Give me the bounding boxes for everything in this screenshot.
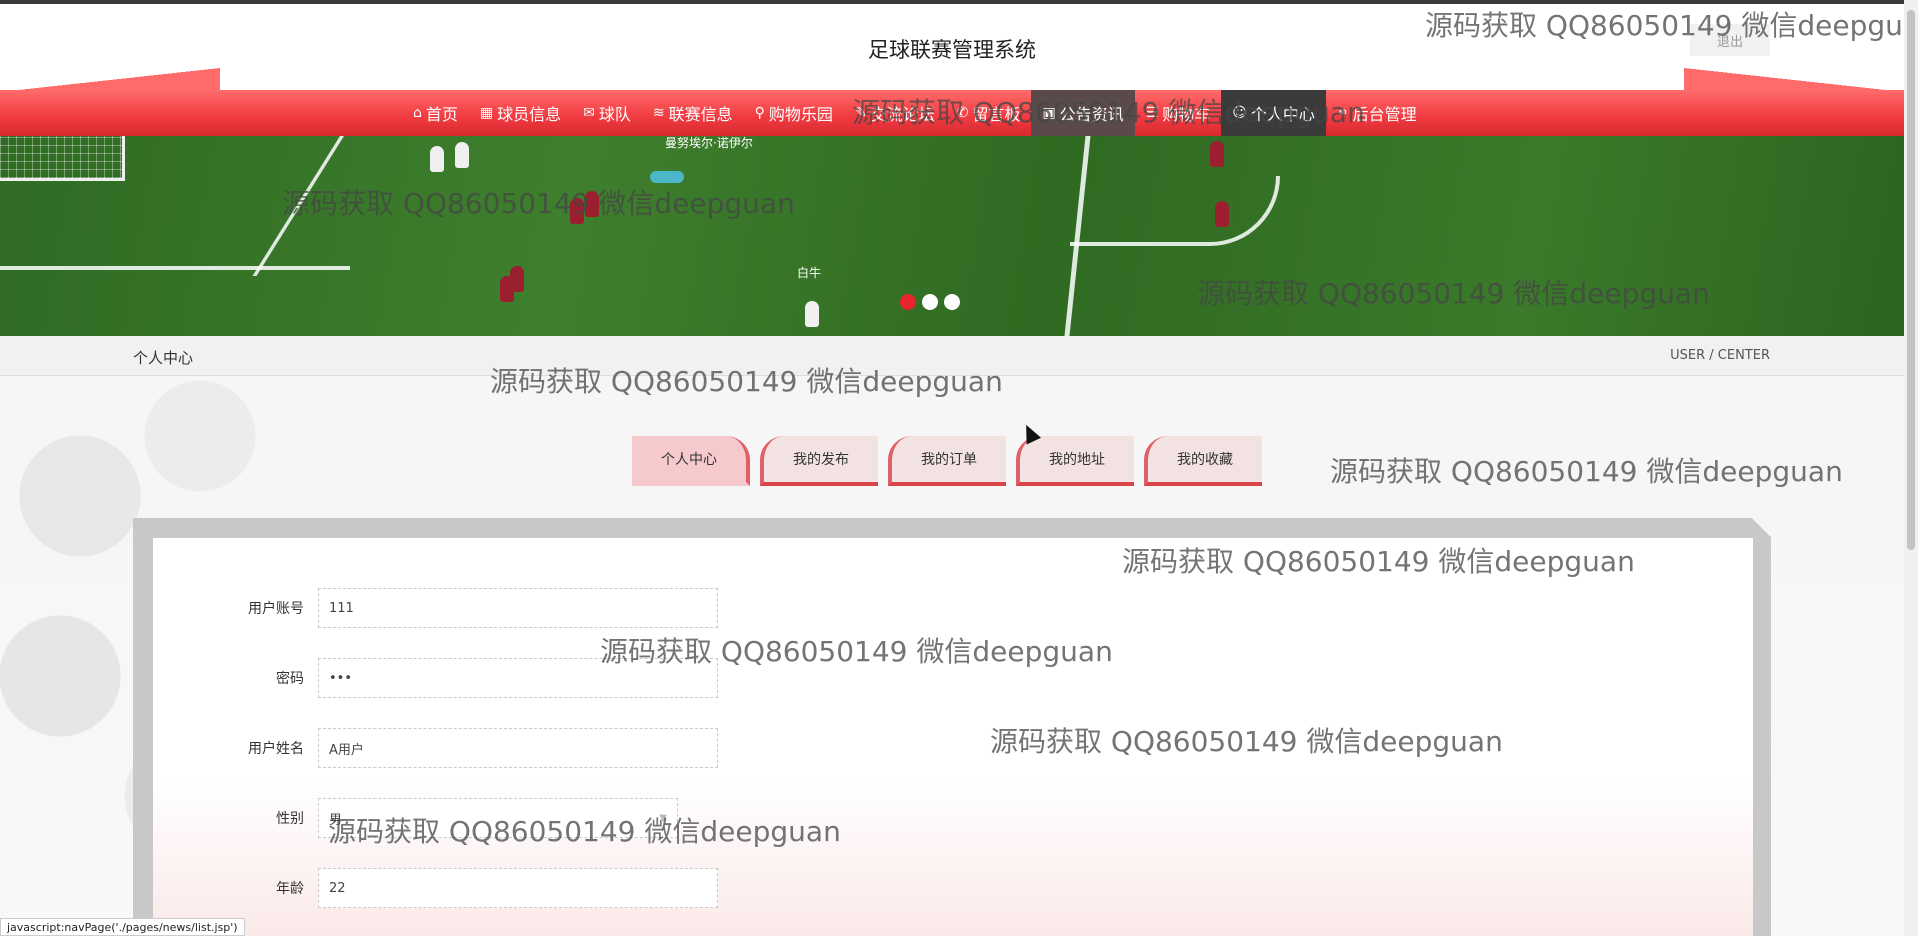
tab-my-favorites[interactable]: 我的收藏 [1144, 436, 1262, 486]
carousel-dot-1[interactable] [900, 294, 916, 310]
age-input[interactable] [318, 868, 718, 908]
player-graphic [430, 146, 444, 172]
gender-value: 男 [329, 812, 343, 828]
goalkeeper-graphic [650, 171, 684, 183]
banner-caption: 曼努埃尔·诺伊尔 [665, 136, 753, 150]
player-graphic [570, 198, 584, 224]
form-row-name: 用户姓名 [220, 728, 718, 768]
nav-item-label: 公告资讯 [1059, 105, 1124, 124]
form-row-gender: 性别 男 ▼ [220, 798, 678, 838]
player-graphic [455, 142, 469, 168]
nav-item-user-center[interactable]: ☺ 个人中心 [1221, 90, 1326, 136]
list-icon: ☰ [1145, 105, 1159, 121]
carousel-dot-2[interactable] [922, 294, 938, 310]
user-icon: ☺ [1232, 105, 1247, 121]
breadcrumb: 个人中心 USER / CENTER [0, 336, 1904, 376]
nav-item-label: 首页 [425, 105, 458, 124]
goal-net-graphic [0, 136, 125, 181]
user-center-tabs: 个人中心 我的发布 我的订单 我的地址 我的收藏 [632, 436, 1262, 486]
nav-item-messages[interactable]: ✆ 留言板 [946, 90, 1032, 136]
form-panel-corner [1752, 518, 1772, 538]
password-label: 密码 [276, 671, 304, 687]
player-graphic [1215, 201, 1229, 227]
main-nav: ⌂ 首页 ▦ 球员信息 ✉ 球队 ≋ 联赛信息 ⚲ 购物乐园 ✎ 交流论坛 ✆ 留言板 ▣ 公告… [0, 90, 1904, 136]
name-input[interactable] [318, 728, 718, 768]
nav-item-admin[interactable]: ⚭ 后台管理 [1326, 90, 1428, 136]
nav-wing-right [1684, 68, 1904, 92]
banner-caption: 白牛 [797, 266, 822, 280]
gender-select[interactable]: 男 ▼ [318, 798, 678, 838]
nav-item-forum[interactable]: ✎ 交流论坛 [844, 90, 946, 136]
form-row-account: 用户账号 [220, 588, 718, 628]
nav-item-news[interactable]: ▣ 公告资讯 [1031, 90, 1135, 136]
carousel-dots [900, 294, 960, 310]
tag-icon: ⚲ [754, 105, 765, 121]
breadcrumb-subtitle: USER / CENTER [1670, 348, 1770, 363]
form-row-age: 年龄 [220, 868, 718, 908]
nav-item-label: 球员信息 [497, 105, 562, 124]
chevron-down-icon: ▼ [659, 812, 667, 824]
news-icon: ▣ [1042, 105, 1056, 121]
gender-label: 性别 [276, 811, 304, 827]
nav-item-label: 购物车 [1162, 105, 1211, 124]
player-graphic [805, 301, 819, 327]
player-graphic [500, 276, 514, 302]
home-icon: ⌂ [413, 105, 422, 121]
carousel-dot-3[interactable] [944, 294, 960, 310]
site-header: 足球联赛管理系统 退出 [0, 4, 1918, 90]
password-input[interactable] [318, 658, 718, 698]
nav-item-home[interactable]: ⌂ 首页 [402, 90, 469, 136]
nav-wing-left [0, 68, 220, 92]
breadcrumb-title: 个人中心 [133, 349, 194, 367]
nav-item-label: 联赛信息 [668, 105, 733, 124]
phone-icon: ✆ [956, 105, 969, 121]
tab-my-orders[interactable]: 我的订单 [888, 436, 1006, 486]
player-graphic [1210, 141, 1224, 167]
pitch-line [252, 136, 344, 276]
hero-banner-carousel: 曼努埃尔·诺伊尔 白牛 [0, 136, 1904, 336]
pitch-arc [1070, 176, 1280, 246]
form-row-password: 密码 [220, 658, 718, 698]
page-scrollbar-thumb[interactable] [1907, 10, 1915, 550]
age-label: 年龄 [276, 881, 304, 897]
tab-my-posts[interactable]: 我的发布 [760, 436, 878, 486]
pitch-line [0, 266, 350, 270]
logout-button[interactable]: 退出 [1690, 24, 1770, 56]
link-icon: ⚭ [1336, 105, 1349, 121]
nav-item-label: 球队 [598, 105, 631, 124]
gift-icon: ▦ [479, 105, 494, 121]
tab-my-addresses[interactable]: 我的地址 [1016, 436, 1134, 486]
nav-item-label: 留言板 [972, 105, 1021, 124]
nav-item-players[interactable]: ▦ 球员信息 [469, 90, 572, 136]
envelope-icon: ✉ [583, 105, 595, 121]
pencil-icon: ✎ [854, 105, 867, 121]
tab-user-center[interactable]: 个人中心 [632, 436, 750, 486]
nav-item-teams[interactable]: ✉ 球队 [572, 90, 642, 136]
name-label: 用户姓名 [248, 741, 304, 757]
nav-item-leagues[interactable]: ≋ 联赛信息 [642, 90, 744, 136]
nav-item-label: 购物乐园 [768, 105, 833, 124]
nav-item-label: 后台管理 [1352, 105, 1417, 124]
browser-status-bar: javascript:navPage('./pages/news/list.js… [0, 918, 245, 936]
player-graphic [585, 191, 599, 217]
account-label: 用户账号 [248, 601, 304, 617]
nav-item-label: 交流论坛 [870, 105, 935, 124]
nav-item-cart[interactable]: ☰ 购物车 [1135, 90, 1222, 136]
site-title: 足球联赛管理系统 [868, 38, 1036, 62]
sliders-icon: ≋ [652, 105, 665, 121]
nav-item-shop[interactable]: ⚲ 购物乐园 [744, 90, 844, 136]
nav-item-label: 个人中心 [1250, 105, 1315, 124]
account-input[interactable] [318, 588, 718, 628]
